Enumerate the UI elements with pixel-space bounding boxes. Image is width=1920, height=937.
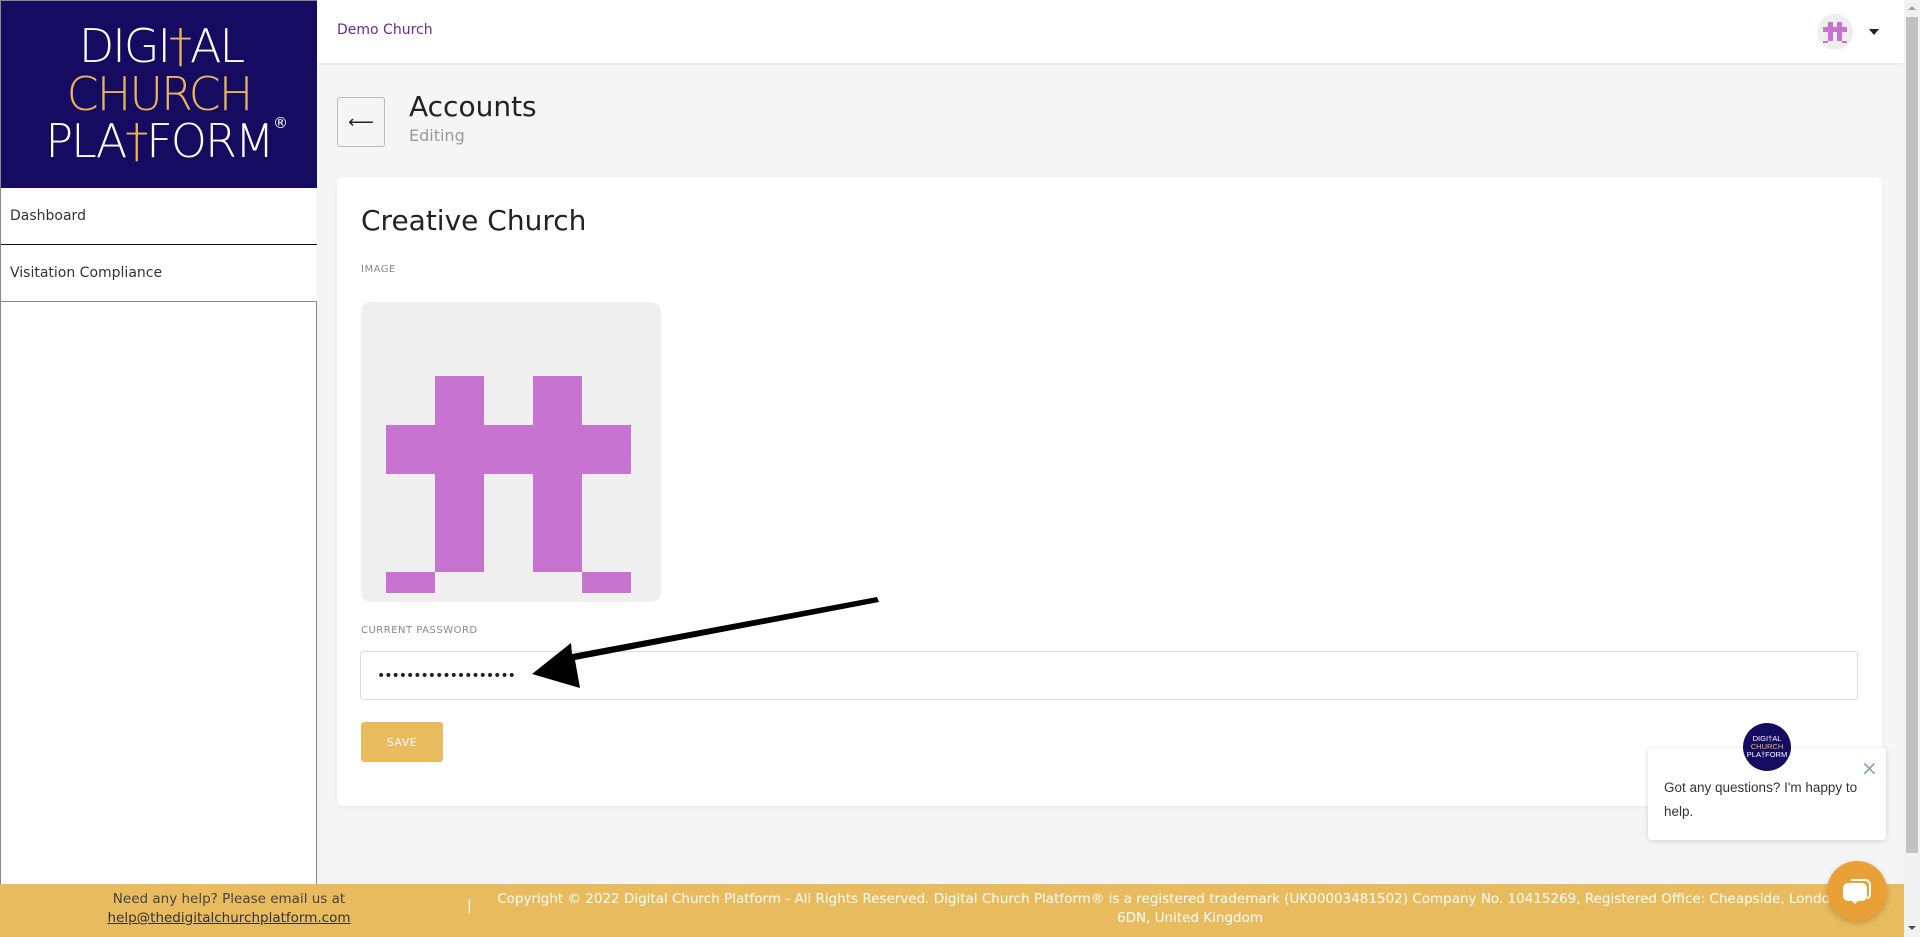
scroll-down-icon[interactable]	[1908, 926, 1916, 930]
sidebar: DIGI†AL CHURCH PLA†FORM ® Dashboard Visi…	[0, 0, 317, 884]
top-header: Demo Church	[317, 0, 1904, 63]
sidebar-item-label: Dashboard	[10, 208, 86, 224]
logo-line-church: CHURCH	[66, 67, 254, 121]
logo-text: AL	[190, 19, 245, 73]
sidebar-item-label: Visitation Compliance	[10, 265, 163, 281]
close-icon[interactable]: ×	[1861, 758, 1878, 778]
footer-separator: |	[467, 898, 472, 914]
logo-text: FORM	[146, 114, 274, 168]
footer-help: Need any help? Please email us at help@t…	[0, 890, 458, 928]
current-password-label: CURRENT PASSWORD	[361, 625, 478, 636]
help-email-link[interactable]: help@thedigitalchurchplatform.com	[107, 910, 350, 926]
save-button[interactable]: SAVE	[361, 722, 443, 762]
account-image[interactable]	[361, 302, 661, 602]
sidebar-item-dashboard[interactable]: Dashboard	[1, 188, 317, 245]
page-subtitle: Editing	[409, 126, 465, 145]
footer-copyright: Copyright © 2022 Digital Church Platform…	[497, 891, 1883, 926]
back-button[interactable]: ⟵	[337, 97, 385, 147]
caret-down-icon[interactable]	[1869, 29, 1879, 35]
identicon-image-icon	[386, 376, 631, 593]
page-title: Accounts	[409, 90, 537, 123]
registered-mark: ®	[273, 114, 288, 132]
breadcrumb-church[interactable]: Demo Church	[337, 22, 433, 38]
chat-message: Got any questions? I'm happy to help.	[1664, 780, 1858, 819]
cross-icon: †	[125, 114, 148, 168]
logo-text: PLA	[45, 114, 127, 168]
logo-line-platform: PLA†FORM	[1, 118, 317, 164]
scroll-up-icon[interactable]	[1908, 6, 1916, 10]
scrollbar-thumb[interactable]	[1906, 17, 1918, 853]
logo-text: DIGI	[78, 19, 171, 73]
arrow-left-icon: ⟵	[348, 111, 374, 132]
user-avatar[interactable]	[1817, 14, 1853, 50]
image-label: IMAGE	[361, 264, 396, 275]
brand-logo[interactable]: DIGI†AL CHURCH PLA†FORM ®	[1, 0, 317, 188]
identicon-icon	[1823, 22, 1847, 43]
edit-account-card: Creative Church IMAGE CURRENT PASSWORD S…	[337, 177, 1882, 806]
cross-icon: †	[169, 19, 192, 73]
account-name: Creative Church	[361, 204, 587, 237]
page-scrollbar[interactable]	[1904, 0, 1920, 937]
chat-bubbles-icon	[1843, 879, 1871, 904]
current-password-input[interactable]	[360, 651, 1858, 700]
chat-launcher-button[interactable]	[1827, 861, 1887, 921]
chat-avatar-text: PLA†FORM	[1746, 750, 1788, 759]
sidebar-item-visitation-compliance[interactable]: Visitation Compliance	[1, 245, 317, 302]
logo-line-digital: DIGI†AL	[1, 23, 317, 69]
footer-help-text: Need any help? Please email us at	[112, 891, 346, 907]
footer: Need any help? Please email us at help@t…	[0, 884, 1904, 937]
chat-agent-avatar: DIGI†AL CHURCH PLA†FORM	[1743, 723, 1791, 771]
